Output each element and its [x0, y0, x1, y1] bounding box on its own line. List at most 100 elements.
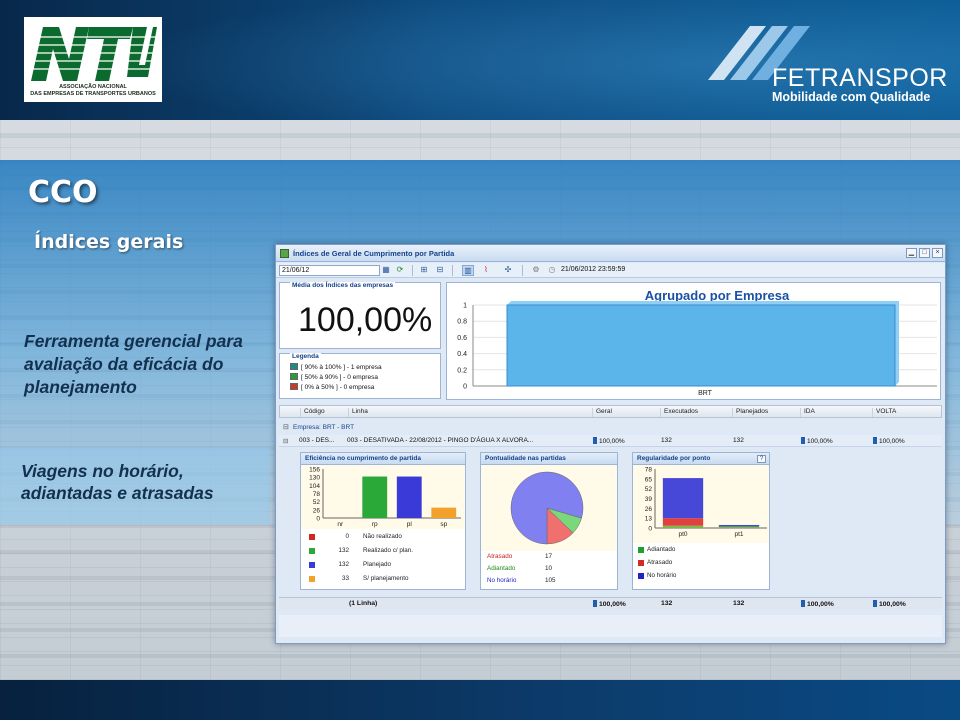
summary-ida: 100,00%: [801, 600, 834, 608]
summary-ida-value: 100,00%: [807, 601, 834, 608]
row-geral-bar: [593, 437, 597, 444]
summary-volta-bar: [873, 600, 877, 607]
efficiency-swatch: [309, 576, 315, 582]
regularity-swatch: [638, 560, 644, 566]
toolbar-separator: [412, 265, 413, 276]
row-volta: 100,00%: [873, 437, 905, 445]
y-tick-label: 0.8: [457, 319, 467, 326]
row-executados: 132: [661, 437, 672, 444]
company-group-row[interactable]: ⊟ Empresa: BRT - BRT: [279, 422, 942, 433]
minimize-button[interactable]: ▁: [906, 248, 917, 258]
collapse-icon[interactable]: ⊟: [434, 265, 446, 276]
trips-description: Viagens no horário, adiantadas e atrasad…: [21, 461, 214, 503]
maximize-button[interactable]: □: [919, 248, 930, 258]
row-linha: 003 - DESATIVADA - 22/08/2012 - PINGO D'…: [347, 437, 534, 444]
y-tick-label: 78: [313, 491, 321, 498]
punctuality-list: Atrasado 17 Adiantado 10 No horário 105: [481, 551, 617, 589]
regularity-label: Adiantado: [647, 546, 676, 553]
network-icon[interactable]: ✣: [502, 265, 514, 276]
summary-geral: 100,00%: [593, 600, 626, 608]
app-window: Índices de Geral de Cumprimento por Part…: [275, 244, 946, 644]
column-header-codigo[interactable]: Código: [300, 408, 345, 417]
row-ida-value: 100,00%: [807, 438, 833, 445]
column-header-executados[interactable]: Executados: [660, 408, 730, 417]
y-tick-label: 0.6: [457, 335, 467, 342]
toolbar-separator: [522, 265, 523, 276]
bar: [396, 476, 422, 518]
bar-chart-icon[interactable]: ▥: [462, 265, 474, 276]
row-geral: 100,00%: [593, 437, 625, 445]
row-planejados: 132: [733, 437, 744, 444]
legend-item: [ 0% à 50% ] - 0 empresa: [290, 383, 374, 392]
efficiency-swatch: [309, 534, 315, 540]
row-codigo: 003 - DES...: [299, 437, 335, 444]
punctuality-label: No horário: [487, 577, 517, 584]
efficiency-list: 0 Não realizado 132 Realizado c/ plan. 1…: [301, 529, 465, 589]
gear-icon[interactable]: ⚙: [530, 265, 542, 276]
y-tick-label: 156: [309, 467, 320, 474]
x-tick-label: pt0: [678, 531, 687, 538]
x-tick-label: pl: [407, 521, 413, 528]
toolbar-separator: [452, 265, 453, 276]
window-title: Índices de Geral de Cumprimento por Part…: [293, 249, 455, 258]
legend-swatch: [290, 363, 298, 370]
stacked-bar-segment: [662, 478, 704, 519]
regularity-list: Adiantado Atrasado No horário: [633, 543, 769, 589]
window-titlebar: Índices de Geral de Cumprimento por Part…: [276, 245, 945, 262]
row-volta-value: 100,00%: [879, 438, 905, 445]
regularity-label: No horário: [647, 572, 677, 579]
grid-header: Código Linha Geral Executados Planejados…: [279, 405, 942, 418]
x-tick-label: BRT: [698, 390, 713, 397]
average-panel-label: Média dos Índices das empresas: [290, 282, 396, 289]
fetranspor-name: FETRANSPOR: [772, 64, 948, 92]
row-ida-bar: [801, 437, 805, 444]
legend-item-label: [ 50% à 90% ] - 0 empresa: [301, 374, 378, 381]
line-chart-icon[interactable]: ⌇: [480, 265, 492, 276]
close-button[interactable]: ×: [932, 248, 943, 258]
efficiency-value: 0: [345, 533, 349, 540]
legend-panel: Legenda [ 90% à 100% ] - 1 empresa [ 50%…: [279, 353, 441, 399]
date-field[interactable]: 21/06/12: [279, 265, 380, 276]
row-collapse-icon[interactable]: ⊟: [283, 437, 288, 445]
table-row[interactable]: ⊟ 003 - DES... 003 - DESATIVADA - 22/08/…: [279, 435, 942, 447]
regularity-panel: Regularidade por ponto ? 0 13 26 39 52 65 78 pt…: [632, 452, 770, 590]
calendar-icon[interactable]: ▦: [380, 265, 392, 276]
efficiency-bar-chart: 0 265278104130156 nr rp pl sp: [309, 467, 461, 528]
y-tick-label: 1: [463, 303, 467, 310]
collapse-toggle-icon[interactable]: ⊟: [283, 423, 289, 431]
efficiency-label: Não realizado: [363, 533, 402, 540]
regularity-swatch: [638, 547, 644, 553]
ntu-caption: ASSOCIAÇÃO NACIONAL DAS EMPRESAS DE TRAN…: [26, 84, 160, 98]
stacked-bar-segment: [718, 526, 760, 528]
y-tick-label: 104: [309, 483, 320, 490]
company-bar-chart: 0 0.2 0.4 0.6 0.8 1 BRT: [457, 301, 937, 397]
y-tick-label: 39: [645, 496, 653, 503]
help-icon[interactable]: ?: [757, 455, 766, 463]
y-tick-label: 0.4: [457, 351, 467, 358]
x-tick-label: sp: [440, 521, 447, 528]
company-group-label: Empresa: BRT - BRT: [293, 424, 355, 431]
column-header-geral[interactable]: Geral: [592, 408, 658, 417]
summary-volta-value: 100,00%: [879, 601, 906, 608]
column-header-linha[interactable]: Linha: [348, 408, 588, 417]
punctuality-value: 105: [545, 577, 556, 584]
punctuality-label: Atrasado: [487, 553, 513, 560]
column-header-volta[interactable]: VOLTA: [872, 408, 942, 417]
punctuality-label: Adiantado: [487, 565, 516, 572]
summary-ida-bar: [801, 600, 805, 607]
refresh-icon[interactable]: ⟳: [394, 265, 406, 276]
row-ida: 100,00%: [801, 437, 833, 445]
toolbar: 21/06/12 ▦ ⟳ ⊞ ⊟ ▥ ⌇ ✣ ⚙ ◷ 21/06/2012 23…: [276, 263, 945, 278]
current-datetime: 21/06/2012 23:59:59: [561, 266, 626, 273]
y-tick-label: 52: [313, 499, 321, 506]
y-tick-label: 65: [645, 476, 653, 483]
regularity-bar-chart: 0 13 26 39 52 65 78 pt0 pt1: [645, 467, 767, 538]
average-panel: Média dos Índices das empresas 100,00%: [279, 282, 441, 349]
punctuality-panel-title: Pontualidade nas partidas: [481, 453, 617, 465]
column-header-planejados[interactable]: Planejados: [732, 408, 798, 417]
legend-swatch: [290, 373, 298, 380]
expand-icon[interactable]: ⊞: [418, 265, 430, 276]
window-footer: [279, 615, 942, 637]
ntu-caption-line-1: ASSOCIAÇÃO NACIONAL: [59, 84, 127, 90]
column-header-ida[interactable]: IDA: [800, 408, 870, 417]
